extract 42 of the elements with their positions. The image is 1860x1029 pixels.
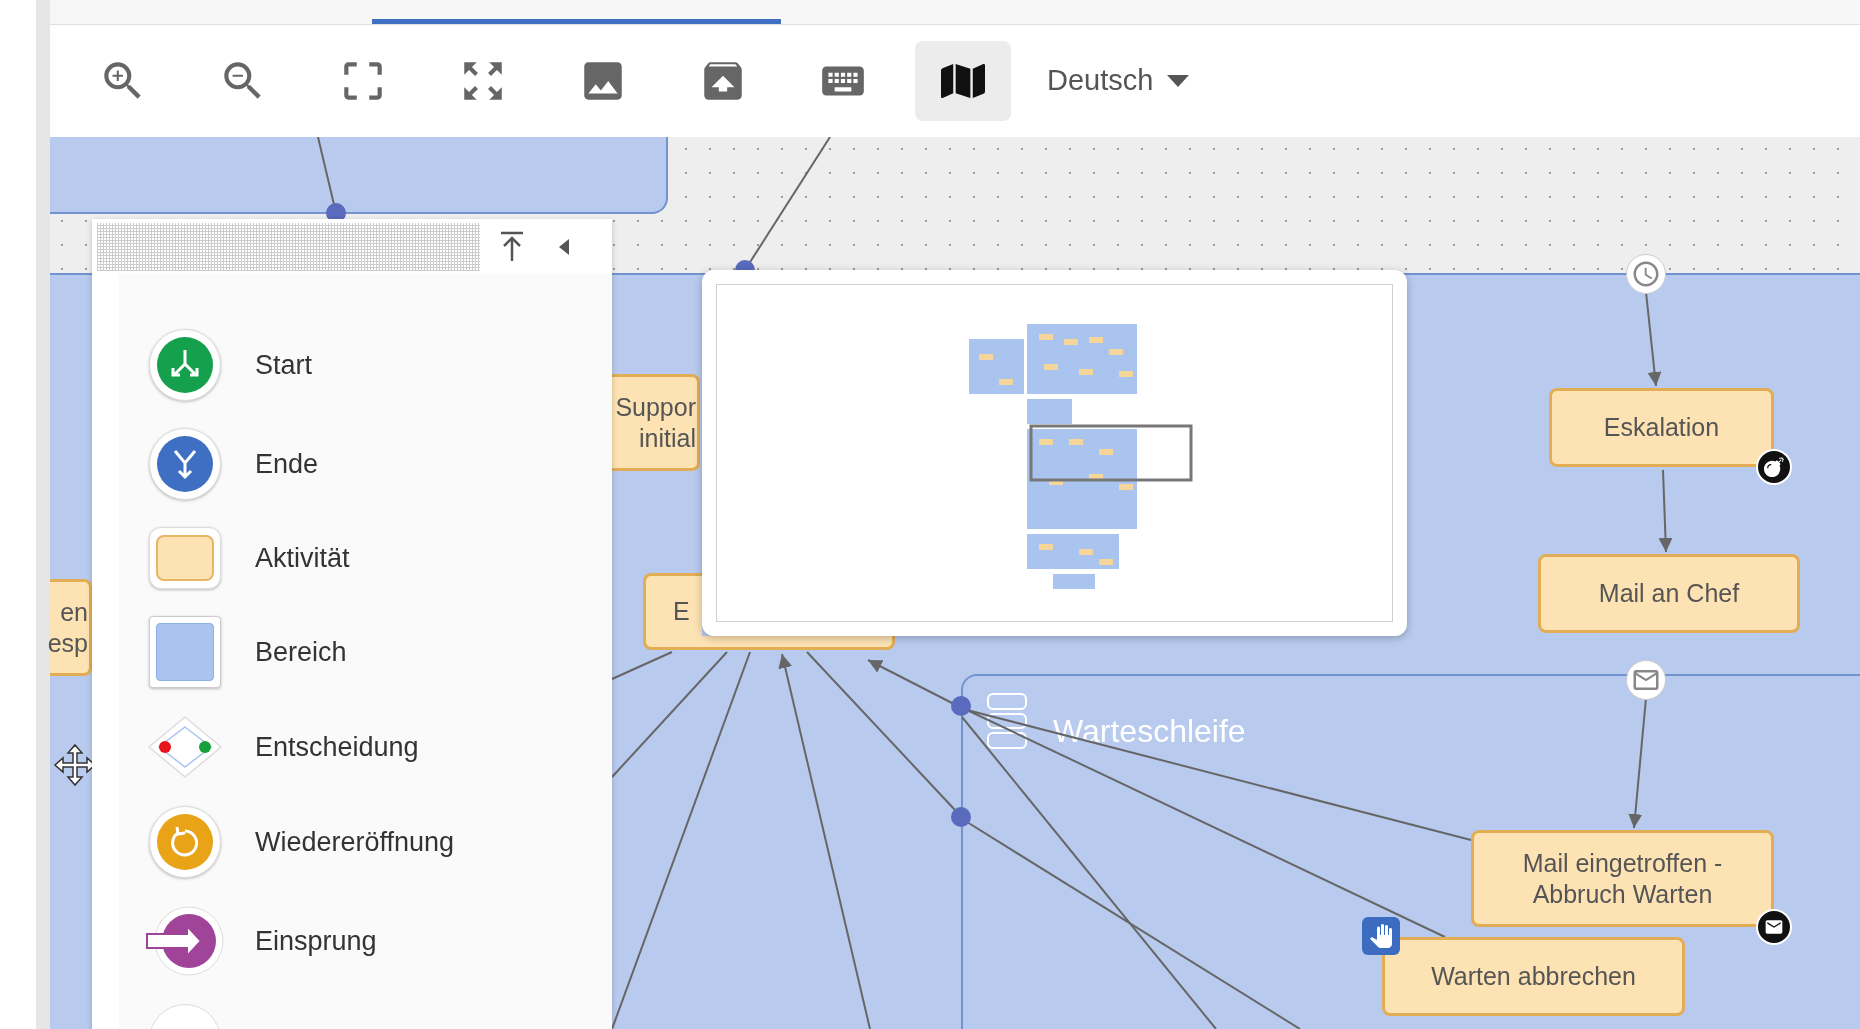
palette-item[interactable]: Entscheidung: [145, 715, 612, 779]
node-label: E: [673, 596, 690, 627]
node-label: en: [60, 596, 88, 628]
stack-icon: [987, 693, 1027, 749]
palette-item[interactable]: Einsprung: [145, 905, 612, 977]
node-label: Eskalation: [1603, 412, 1720, 443]
activity-node[interactable]: [50, 579, 92, 676]
language-dropdown[interactable]: Deutsch: [1047, 41, 1190, 121]
palette-item[interactable]: Wiedereröffnung: [145, 806, 612, 878]
activity-node[interactable]: [612, 374, 700, 471]
area-icon: [149, 616, 221, 688]
caret-icon: [1167, 75, 1190, 87]
node-label: initial: [639, 422, 696, 454]
connection-point: [951, 696, 971, 716]
connection-point: [951, 807, 971, 827]
drag-handle[interactable]: [97, 222, 480, 271]
activity-node[interactable]: [1471, 830, 1774, 927]
start-icon: [149, 329, 221, 401]
node-label: Abbruch Warten: [1532, 878, 1713, 910]
node-label: Warten abbrechen: [1431, 961, 1636, 992]
palette-item[interactable]: Bereich: [145, 616, 612, 688]
activity-node[interactable]: [1549, 388, 1774, 467]
node-label: Mail an Chef: [1598, 578, 1740, 609]
palette-item[interactable]: Ende: [145, 428, 612, 500]
activity-node[interactable]: [643, 573, 702, 650]
clock-icon[interactable]: [1626, 254, 1666, 294]
map-button[interactable]: [915, 41, 1011, 121]
activity-icon: [149, 527, 221, 589]
activity-node[interactable]: [1382, 937, 1685, 1016]
reopen-icon: [149, 806, 221, 878]
palette-item[interactable]: Aktivität: [145, 527, 612, 589]
decision-icon: [147, 715, 223, 779]
end-icon: [149, 428, 221, 500]
node-label: esp: [47, 627, 88, 659]
arrow-to-top-icon: [499, 230, 525, 263]
palette-item[interactable]: Start: [145, 329, 612, 401]
entry-icon: [145, 905, 225, 977]
node-label: Suppor: [615, 391, 696, 423]
caret-left-icon: [559, 238, 569, 255]
node-label: Mail eingetroffen -: [1522, 847, 1723, 879]
activity-node[interactable]: [1538, 554, 1800, 633]
area-label: Warteschleife: [1053, 712, 1246, 751]
